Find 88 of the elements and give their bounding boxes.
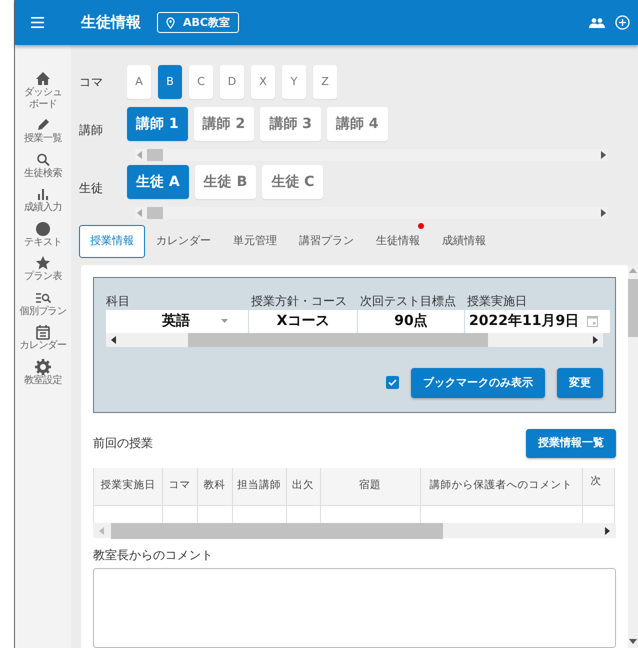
scroll-up-icon[interactable] — [629, 268, 637, 272]
row-label: コマ — [79, 74, 104, 91]
horizontal-scrollbar[interactable] — [135, 207, 608, 219]
horizontal-scrollbar[interactable] — [135, 149, 608, 161]
calendar-icon — [35, 324, 51, 340]
add-icon[interactable] — [615, 15, 630, 30]
tab[interactable]: 単元管理 — [222, 225, 288, 258]
scroll-right-icon[interactable] — [605, 527, 610, 536]
tab[interactable]: 成績情報 — [431, 225, 497, 258]
option-button[interactable]: 講師 1 — [127, 107, 188, 141]
scrollbar-thumb[interactable] — [628, 278, 638, 336]
star-icon — [35, 255, 51, 271]
scrollbar-thumb[interactable] — [147, 149, 163, 161]
column-header: 次 — [582, 468, 614, 506]
input-field[interactable]: Xコース — [249, 310, 357, 332]
location-pin-icon — [166, 16, 175, 28]
pencil-icon — [35, 117, 51, 133]
home-icon — [35, 71, 51, 87]
sidebar-item[interactable]: 授業一覧 — [15, 117, 71, 144]
option-button[interactable]: D — [220, 65, 244, 99]
option-button[interactable]: 生徒 C — [262, 165, 324, 199]
field-label: 授業方針・コース — [250, 292, 348, 310]
calendar-icon — [587, 315, 598, 327]
horizontal-scrollbar[interactable] — [106, 332, 603, 346]
tab[interactable]: 授業情報 — [79, 225, 145, 258]
sidebar-item[interactable]: ダッシュ ボード — [15, 71, 71, 110]
sidebar-item[interactable]: 個別プラン — [15, 290, 71, 317]
horizontal-scrollbar[interactable] — [93, 523, 616, 538]
comment-label: 教室長からのコメント — [93, 547, 214, 564]
checkbox[interactable] — [386, 376, 399, 390]
option-button[interactable]: 講師 2 — [194, 107, 254, 141]
sidebar-item[interactable]: カレンダー — [15, 324, 71, 352]
column-header: 担当講師 — [232, 468, 286, 506]
tab[interactable]: 講習プラン — [288, 225, 365, 258]
column-header: コマ — [162, 468, 197, 506]
sidebar-item[interactable]: 生徒検索 — [15, 152, 71, 179]
option-button[interactable]: A — [127, 65, 151, 99]
sidebar-item[interactable]: 成績入力 — [15, 186, 71, 214]
field-label: 科目 — [106, 292, 131, 310]
option-button[interactable]: Y — [282, 65, 306, 99]
apply-button[interactable]: 変更 — [557, 368, 603, 398]
page-title: 生徒情報 — [81, 12, 141, 34]
caret-icon — [221, 319, 228, 323]
scroll-left-icon[interactable] — [111, 336, 116, 344]
input-field[interactable]: 2022年11月9日 — [465, 310, 610, 332]
column-header: 出欠 — [286, 468, 320, 506]
people-icon[interactable] — [589, 18, 605, 28]
scrollbar-thumb[interactable] — [111, 523, 443, 540]
scroll-right-icon[interactable] — [601, 151, 606, 159]
row-label: 講師 — [79, 122, 104, 139]
lesson-list-button[interactable]: 授業情報一覧 — [526, 429, 616, 458]
search-icon — [35, 152, 51, 168]
bookmark-filter-button[interactable]: ブックマークのみ表示 — [411, 368, 545, 398]
tab[interactable]: カレンダー — [145, 225, 222, 258]
menu-icon[interactable] — [31, 17, 44, 28]
sidebar-item[interactable]: プラン表 — [15, 255, 71, 282]
option-button[interactable]: 生徒 B — [194, 165, 256, 199]
option-button[interactable]: X — [251, 65, 275, 99]
settings-icon — [35, 358, 51, 374]
scroll-right-icon[interactable] — [593, 336, 598, 344]
option-button[interactable]: Z — [313, 65, 337, 99]
input-field[interactable]: 英語 — [106, 310, 248, 332]
column-header: 講師から保護者へのコメント — [420, 468, 582, 506]
column-header: 宿題 — [320, 468, 420, 506]
scroll-down-icon[interactable] — [629, 639, 637, 644]
comment-field[interactable] — [93, 568, 616, 648]
column-header: 授業実施日 — [94, 468, 162, 506]
bar-chart-icon — [35, 186, 51, 202]
row-label: 生徒 — [79, 180, 104, 197]
option-button[interactable]: 生徒 A — [127, 165, 189, 199]
scroll-right-icon[interactable] — [601, 209, 606, 217]
option-button[interactable]: 講師 4 — [326, 107, 388, 141]
vertical-scrollbar[interactable] — [628, 264, 638, 648]
circle-icon — [35, 220, 51, 236]
section-title: 前回の授業 — [93, 435, 153, 452]
column-header: 教科 — [197, 468, 232, 506]
classroom-button[interactable]: ABC教室 — [157, 12, 239, 34]
scrollbar-thumb[interactable] — [147, 207, 163, 219]
scrollbar-thumb[interactable] — [188, 332, 488, 346]
input-field[interactable]: 90点 — [358, 310, 464, 332]
option-button[interactable]: 講師 3 — [260, 107, 321, 141]
tab[interactable]: 生徒情報 — [365, 225, 431, 258]
field-label: 次回テスト目標点 — [359, 292, 457, 310]
option-button[interactable]: B — [158, 65, 182, 99]
sidebar-item[interactable]: テキスト — [15, 220, 71, 248]
field-label: 授業実施日 — [466, 292, 528, 310]
sidebar-item[interactable]: 教室設定 — [15, 358, 71, 386]
option-button[interactable]: C — [189, 65, 213, 99]
